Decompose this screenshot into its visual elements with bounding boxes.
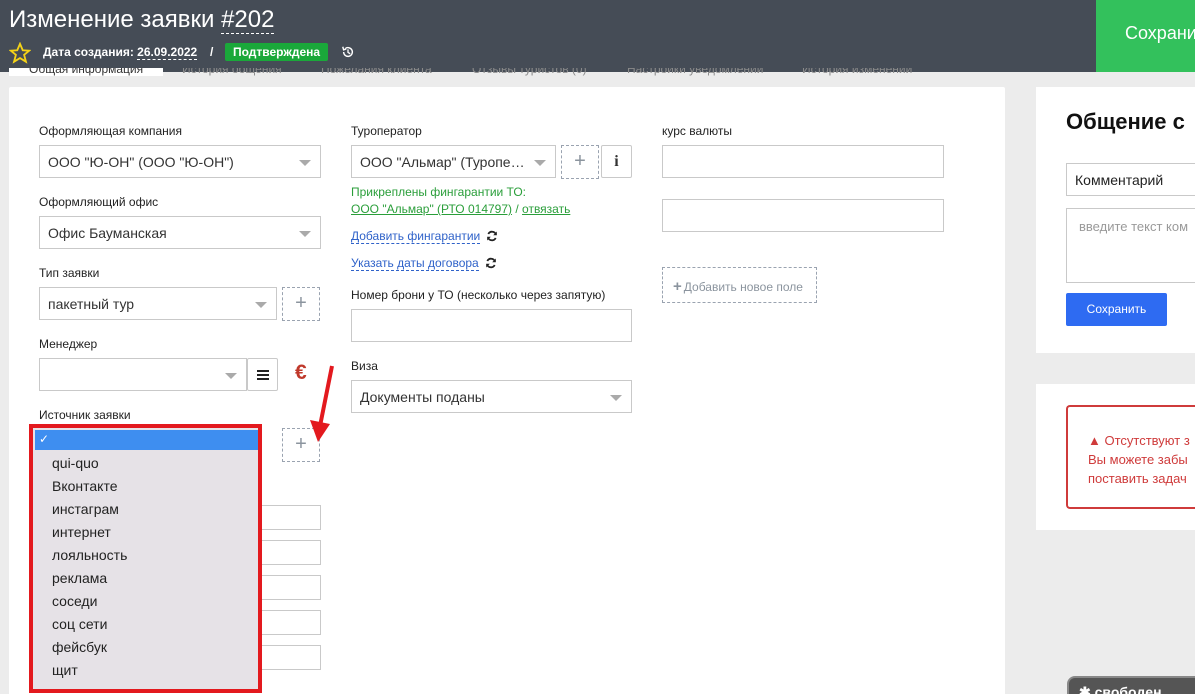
- booking-input[interactable]: [351, 309, 632, 342]
- add-operator-button[interactable]: +: [561, 145, 599, 179]
- dropdown-option[interactable]: инстаграм: [52, 501, 119, 517]
- free-status-label: свободен: [1094, 684, 1162, 694]
- alert-line-3: поставить задач: [1088, 471, 1187, 486]
- office-label: Оформляющий офис: [39, 195, 159, 209]
- warning-icon: ▲: [1088, 433, 1101, 448]
- office-value: Офис Бауманская: [48, 225, 167, 241]
- tab-bar: Общая информация История общения Пожелан…: [9, 68, 1005, 84]
- communication-title: Общение с: [1066, 109, 1185, 134]
- dropdown-option[interactable]: лояльность: [52, 547, 127, 563]
- guarantee-text: Прикреплены фингарантии ТО:: [351, 185, 527, 199]
- dropdown-selected-option[interactable]: ✓: [35, 430, 258, 450]
- add-type-button[interactable]: +: [282, 287, 320, 321]
- dropdown-option[interactable]: интернет: [52, 524, 111, 540]
- visa-label: Виза: [351, 359, 378, 373]
- company-value: ООО "Ю-ОН" (ООО "Ю-ОН"): [48, 154, 234, 170]
- company-label: Оформляющая компания: [39, 124, 182, 138]
- tab-reviews[interactable]: Отзывы туристов (0): [472, 68, 587, 76]
- save-button[interactable]: Сохрани: [1096, 0, 1195, 72]
- alert-line-1: ▲ Отсутствуют з: [1088, 431, 1195, 450]
- free-status-badge[interactable]: ✱ свободен: [1067, 676, 1195, 694]
- chevron-down-icon: [534, 160, 546, 166]
- page-title: Изменение заявки #202: [9, 6, 275, 34]
- tab-history[interactable]: История общения: [182, 68, 282, 76]
- tab-changes[interactable]: История изменений: [802, 68, 912, 76]
- contract-dates-link[interactable]: Указать даты договора: [351, 256, 479, 271]
- tab-general[interactable]: Общая информация: [9, 68, 164, 76]
- refresh-icon[interactable]: [485, 257, 497, 269]
- history-icon[interactable]: [341, 45, 355, 59]
- dropdown-option[interactable]: щит: [52, 662, 78, 678]
- send-message-button[interactable]: Сохранить: [1066, 293, 1167, 326]
- alert-text-1: Отсутствуют з: [1104, 433, 1190, 448]
- dropdown-option[interactable]: соседи: [52, 593, 97, 609]
- tasks-panel: ▲ Отсутствуют з Вы можете забы поставить…: [1036, 384, 1195, 530]
- manager-label: Менеджер: [39, 337, 98, 351]
- dropdown-option[interactable]: Вконтакте: [52, 478, 118, 494]
- guarantee-separator: /: [512, 202, 523, 216]
- message-input[interactable]: введите текст ком: [1066, 208, 1195, 283]
- annotation-arrow-icon: [310, 365, 334, 442]
- add-field-label: Добавить новое поле: [683, 280, 803, 294]
- dropdown-option[interactable]: реклама: [52, 570, 107, 586]
- channel-select[interactable]: Комментарий: [1066, 163, 1195, 196]
- rate-input[interactable]: [662, 145, 944, 178]
- created-label: Дата создания:: [43, 45, 138, 59]
- tasks-alert: ▲ Отсутствуют з Вы можете забы поставить…: [1066, 405, 1195, 509]
- person-icon: ✱: [1079, 684, 1091, 694]
- chevron-down-icon: [610, 395, 622, 401]
- rate-label: курс валюты: [662, 124, 733, 138]
- type-value: пакетный тур: [48, 296, 135, 312]
- guarantee-link[interactable]: ООО "Альмар" (РТО 014797): [351, 202, 512, 216]
- operator-label: Туроператор: [351, 124, 422, 138]
- operator-info-button[interactable]: i: [601, 145, 632, 178]
- tab-notifications[interactable]: Настройки уведомлений: [627, 68, 763, 76]
- created-info: Дата создания: 26.09.2022: [43, 45, 198, 60]
- chevron-down-icon: [255, 302, 267, 308]
- order-number[interactable]: #202: [221, 6, 275, 34]
- booking-label: Номер брони у ТО (несколько через запяту…: [351, 288, 606, 302]
- add-guarantee-link[interactable]: Добавить фингарантии: [351, 229, 481, 244]
- chevron-down-icon: [225, 373, 237, 379]
- status-badge[interactable]: Подтверждена: [225, 43, 329, 61]
- operator-value: ООО "Альмар" (Туропе…: [360, 154, 525, 170]
- guarantee-row: ООО "Альмар" (РТО 014797) / отвязать: [351, 202, 570, 216]
- info-icon: i: [614, 153, 619, 170]
- tab-wishes[interactable]: Пожелания клиента: [321, 68, 432, 76]
- plus-icon: +: [673, 278, 682, 295]
- visa-value: Документы поданы: [360, 389, 485, 405]
- alert-line-2: Вы можете забы: [1088, 452, 1188, 467]
- dropdown-option[interactable]: соц сети: [52, 616, 107, 632]
- dropdown-option[interactable]: qui-quo: [52, 455, 99, 471]
- chevron-down-icon: [299, 160, 311, 166]
- operator-select[interactable]: ООО "Альмар" (Туропе…: [351, 145, 556, 178]
- dropdown-option[interactable]: фейсбук: [52, 639, 107, 655]
- extra-input[interactable]: [662, 199, 944, 232]
- company-select[interactable]: ООО "Ю-ОН" (ООО "Ю-ОН"): [39, 145, 321, 178]
- add-field-button[interactable]: + Добавить новое поле: [662, 267, 817, 303]
- chevron-down-icon: [299, 231, 311, 237]
- unlink-link[interactable]: отвязать: [522, 202, 570, 216]
- type-label: Тип заявки: [39, 266, 100, 280]
- manager-list-button[interactable]: [247, 358, 278, 391]
- type-select[interactable]: пакетный тур: [39, 287, 277, 320]
- source-dropdown[interactable]: ✓ qui-quo Вконтакте инстаграм интернет л…: [29, 424, 262, 693]
- visa-select[interactable]: Документы поданы: [351, 380, 632, 413]
- source-label: Источник заявки: [39, 408, 131, 422]
- created-date[interactable]: 26.09.2022: [137, 45, 198, 60]
- title-prefix: Изменение заявки: [9, 6, 222, 33]
- manager-select[interactable]: [39, 358, 247, 391]
- page-header: Изменение заявки #202 Дата создания: 26.…: [0, 0, 1195, 72]
- refresh-icon[interactable]: [486, 230, 498, 242]
- communication-panel: Общение с Комментарий введите текст ком …: [1036, 87, 1195, 353]
- office-select[interactable]: Офис Бауманская: [39, 216, 321, 249]
- menu-icon: [256, 370, 269, 380]
- star-icon[interactable]: [9, 42, 31, 64]
- separator: /: [210, 45, 214, 59]
